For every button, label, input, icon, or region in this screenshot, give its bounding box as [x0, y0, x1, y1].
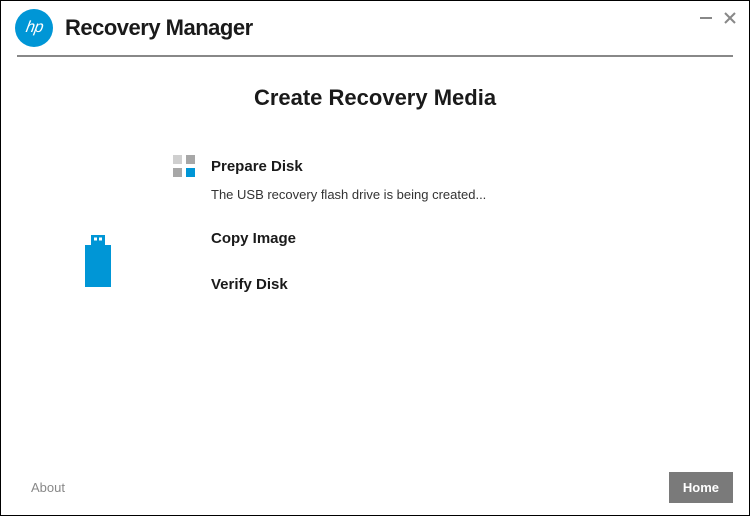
- progress-squares-icon: [173, 155, 195, 177]
- page-heading: Create Recovery Media: [1, 85, 749, 111]
- home-button[interactable]: Home: [669, 472, 733, 503]
- header-divider: [17, 55, 733, 57]
- titlebar: hp Recovery Manager: [1, 1, 749, 51]
- step-prepare: Prepare Disk The USB recovery flash driv…: [173, 155, 673, 202]
- about-link[interactable]: About: [31, 480, 65, 495]
- step-copy: Copy Image: [173, 230, 673, 248]
- step-prepare-status: The USB recovery flash drive is being cr…: [211, 187, 673, 202]
- hp-logo: hp: [15, 9, 53, 47]
- window-controls: [699, 11, 737, 25]
- usb-drive-icon: [85, 235, 111, 292]
- content-area: Prepare Disk The USB recovery flash driv…: [1, 155, 749, 294]
- app-title: Recovery Manager: [65, 15, 253, 41]
- step-verify-label: Verify Disk: [211, 276, 288, 293]
- minimize-icon[interactable]: [699, 11, 713, 25]
- step-prepare-label: Prepare Disk: [211, 158, 303, 175]
- steps-list: Prepare Disk The USB recovery flash driv…: [173, 155, 673, 294]
- step-copy-label: Copy Image: [211, 230, 296, 247]
- close-icon[interactable]: [723, 11, 737, 25]
- footer: About Home: [1, 467, 749, 515]
- hp-logo-text: hp: [24, 19, 44, 37]
- step-verify: Verify Disk: [173, 276, 673, 294]
